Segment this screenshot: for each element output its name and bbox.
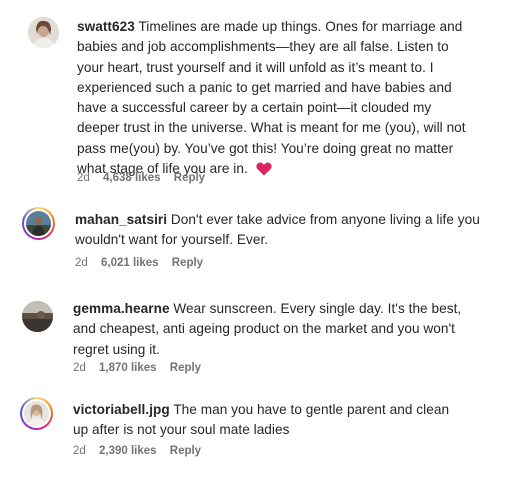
reply-button[interactable]: Reply — [174, 172, 205, 184]
comment-likes[interactable]: 2,390 likes — [99, 445, 157, 457]
comment-item: gemma.hearne Wear sunscreen. Every singl… — [0, 285, 531, 385]
comment-time: 2d — [73, 362, 86, 374]
avatar-photo-icon — [28, 17, 59, 48]
comment-time: 2d — [75, 257, 88, 269]
reply-button[interactable]: Reply — [170, 445, 201, 457]
comment-username[interactable]: mahan_satsiri — [75, 212, 167, 227]
reply-button[interactable]: Reply — [172, 257, 203, 269]
comment-time: 2d — [77, 172, 90, 184]
comment-item: victoriabell.jpg The man you have to gen… — [0, 385, 531, 479]
avatar-photo-icon — [26, 211, 51, 236]
avatar[interactable] — [28, 17, 59, 48]
comment-time: 2d — [73, 445, 86, 457]
avatar[interactable] — [22, 207, 55, 240]
comment-likes[interactable]: 1,870 likes — [99, 362, 157, 374]
comment-text: Timelines are made up things. Ones for m… — [77, 19, 466, 177]
avatar[interactable] — [22, 301, 53, 332]
comment-username[interactable]: swatt623 — [77, 19, 135, 34]
comment-likes[interactable]: 6,021 likes — [101, 257, 159, 269]
comment-item: swatt623 Timelines are made up things. O… — [0, 0, 531, 195]
comment-likes[interactable]: 4,638 likes — [103, 172, 161, 184]
comment-item: mahan_satsiri Don't ever take advice fro… — [0, 195, 531, 285]
comment-username[interactable]: victoriabell.jpg — [73, 402, 170, 417]
avatar-photo-icon — [22, 301, 53, 332]
reply-button[interactable]: Reply — [170, 362, 201, 374]
comment-username[interactable]: gemma.hearne — [73, 301, 170, 316]
avatar[interactable] — [20, 397, 53, 430]
heart-emoji-icon — [255, 162, 272, 182]
avatar-photo-icon — [24, 401, 49, 426]
